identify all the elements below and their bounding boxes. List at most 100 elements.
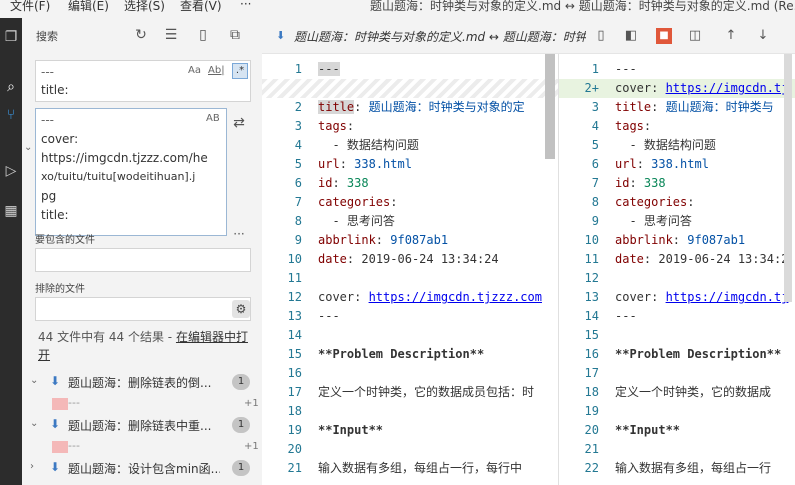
line-number: 12 — [287, 290, 302, 304]
bold-text: **Problem Description** — [615, 347, 782, 361]
plain-text: --- — [318, 309, 340, 323]
result-count-badge: 1 — [232, 417, 250, 433]
plain-text: - 思考问答 — [318, 214, 395, 228]
plain-text: 输入数据有多组，每组占一行，每行中 — [318, 461, 523, 475]
code-line: 2 title: 题山题海：时钟类与对象的定 — [262, 98, 558, 117]
tab-diff[interactable]: 题山题海：时钟类与对象的定义.md ↔ 题山题海：时钟类与对象的定义.md (R… — [294, 28, 586, 45]
collapse-all-icon[interactable]: ⧉ — [226, 26, 244, 44]
match-whole-word-icon[interactable]: Ab| — [208, 65, 225, 76]
source-control-icon[interactable]: ⑂ — [0, 102, 22, 128]
menu-file[interactable]: 文件(F) — [10, 0, 50, 14]
code-line: 20 **Input** — [559, 421, 795, 440]
modified-editor-pane[interactable]: 1 --- 2+ cover: https://imgcdn.tj 3 title: 题山… — [559, 54, 795, 485]
split-editor-icon[interactable]: ◫ — [686, 27, 704, 45]
yaml-key: categories — [615, 195, 688, 209]
search-sidebar: 搜索 ↻ ☰ ▯ ⧉ ⌄ --- title: Aa Ab| .* --- co… — [22, 18, 262, 485]
code-line: 22 输入数据有多组，每组占一行 — [559, 459, 795, 478]
code-line: 15 — [559, 326, 795, 345]
next-change-icon[interactable]: ↓ — [754, 27, 772, 45]
sidebar-title: 搜索 — [36, 30, 58, 43]
open-file-icon[interactable]: ▯ — [592, 27, 610, 45]
line-number: 20 — [287, 442, 302, 456]
replace-line-4: xo/tuitu/tuitu[wodeitihuan].j — [41, 170, 196, 183]
include-files-input[interactable] — [35, 248, 251, 272]
code-text: **Input** — [318, 421, 383, 440]
line-number: 18 — [584, 385, 599, 399]
result-file-name: 题山题海：删除链表中重... — [68, 419, 212, 433]
code-line: 7 categories: — [262, 193, 558, 212]
result-file-row[interactable]: ⌄ ⬇ 题山题海：删除链表中重... 1 — [30, 416, 258, 436]
code-line: 21 — [559, 440, 795, 459]
line-number: 9 — [294, 233, 302, 247]
line-number: 2 — [294, 100, 302, 114]
previous-change-icon[interactable]: ↑ — [722, 27, 740, 45]
menu-edit[interactable]: 编辑(E) — [68, 0, 109, 14]
replace-line-6: title: — [41, 208, 69, 222]
refresh-icon[interactable]: ↻ — [132, 26, 150, 44]
search-icon[interactable]: ⌕ — [0, 74, 22, 100]
code-line: 5 - 数据结构问题 — [559, 136, 795, 155]
line-number: 14 — [584, 309, 599, 323]
right-scrollbar[interactable] — [784, 54, 792, 302]
yaml-value: 338.html — [643, 157, 709, 171]
line-number: 16 — [287, 366, 302, 380]
preserve-case-icon[interactable]: AB — [206, 113, 220, 124]
code-line: 19 **Input** — [262, 421, 558, 440]
chevron-right-icon[interactable]: › — [30, 461, 42, 472]
chevron-down-icon[interactable]: ⌄ — [30, 375, 42, 386]
result-message: 44 文件中有 44 个结果 - 在编辑器中打开 — [38, 328, 258, 364]
left-scrollbar[interactable] — [545, 54, 555, 159]
result-file-row[interactable]: › ⬇ 题山题海：设计包含min函... 1 — [30, 459, 258, 479]
line-number: 18 — [287, 404, 302, 418]
code-text: url: 338.html — [615, 155, 709, 174]
new-search-editor-icon[interactable]: ▯ — [194, 26, 212, 44]
result-file-row[interactable]: ⌄ ⬇ 题山题海：删除链表的倒... 1 — [30, 373, 258, 393]
code-line: 18 定义一个时钟类，它的数据成 — [559, 383, 795, 402]
result-count-text: 44 文件中有 44 个结果 - — [38, 330, 176, 344]
plain-text: --- — [615, 309, 637, 323]
exclude-files-input[interactable] — [35, 297, 251, 321]
url-link: https://imgcdn.tj — [665, 81, 789, 95]
code-line: 6 id: 338 — [262, 174, 558, 193]
line-number: 9 — [591, 214, 599, 228]
menu-more[interactable]: ··· — [240, 0, 251, 11]
code-line: 7 id: 338 — [559, 174, 795, 193]
result-match-row[interactable]: --- +1 — [52, 396, 259, 412]
menu-selection[interactable]: 选择(S) — [124, 0, 165, 14]
use-regex-icon[interactable]: .* — [232, 63, 248, 79]
search-input[interactable]: --- title: Aa Ab| .* — [35, 60, 251, 102]
code-text: categories: — [615, 193, 694, 212]
original-editor-pane[interactable]: 1 --- 2 title: 题山题海：时钟类与对象的定 3 tags: 4 - 数据结构问… — [262, 54, 558, 485]
code-text: - 思考问答 — [318, 212, 395, 231]
toggle-inline-icon[interactable]: ◧ — [622, 27, 640, 45]
run-icon[interactable]: ▷ — [0, 158, 22, 184]
bold-text: **Input** — [615, 423, 681, 437]
clear-results-icon[interactable]: ☰ — [162, 26, 180, 44]
line-number: 14 — [287, 328, 302, 342]
line-number: 3 — [294, 119, 302, 133]
extension-icon[interactable]: ■ — [656, 28, 672, 44]
plain-text: - 思考问答 — [615, 214, 692, 228]
line-number: 15 — [287, 347, 302, 361]
code-line: 6 url: 338.html — [559, 155, 795, 174]
settings-gear-icon[interactable]: ⚙ — [232, 300, 250, 318]
plain-text: - 数据结构问题 — [615, 138, 716, 152]
extensions-icon[interactable]: ▦ — [0, 198, 22, 224]
toggle-replace-icon[interactable]: ⌄ — [24, 142, 32, 153]
exclude-files-label: 排除的文件 — [35, 284, 85, 295]
result-file-name: 题山题海：删除链表的倒... — [68, 376, 212, 390]
link-prefix: cover: — [318, 290, 369, 304]
toggle-search-details-icon[interactable]: ··· — [230, 225, 248, 243]
explorer-icon[interactable]: ❐ — [0, 24, 22, 50]
yaml-key: title — [615, 100, 652, 114]
replace-all-icon[interactable]: ⇄ — [230, 114, 248, 132]
line-number: 19 — [287, 423, 302, 437]
code-line: 9 abbrlink: 9f087ab1 — [262, 231, 558, 250]
line-number: 10 — [287, 252, 302, 266]
code-text: id: 338 — [318, 174, 369, 193]
menu-view[interactable]: 查看(V) — [180, 0, 222, 14]
match-case-icon[interactable]: Aa — [188, 65, 201, 76]
result-match-row[interactable]: --- +1 — [52, 439, 259, 455]
chevron-down-icon[interactable]: ⌄ — [30, 418, 42, 429]
replace-input[interactable]: --- cover: https://imgcdn.tjzzz.com/he x… — [35, 108, 227, 236]
